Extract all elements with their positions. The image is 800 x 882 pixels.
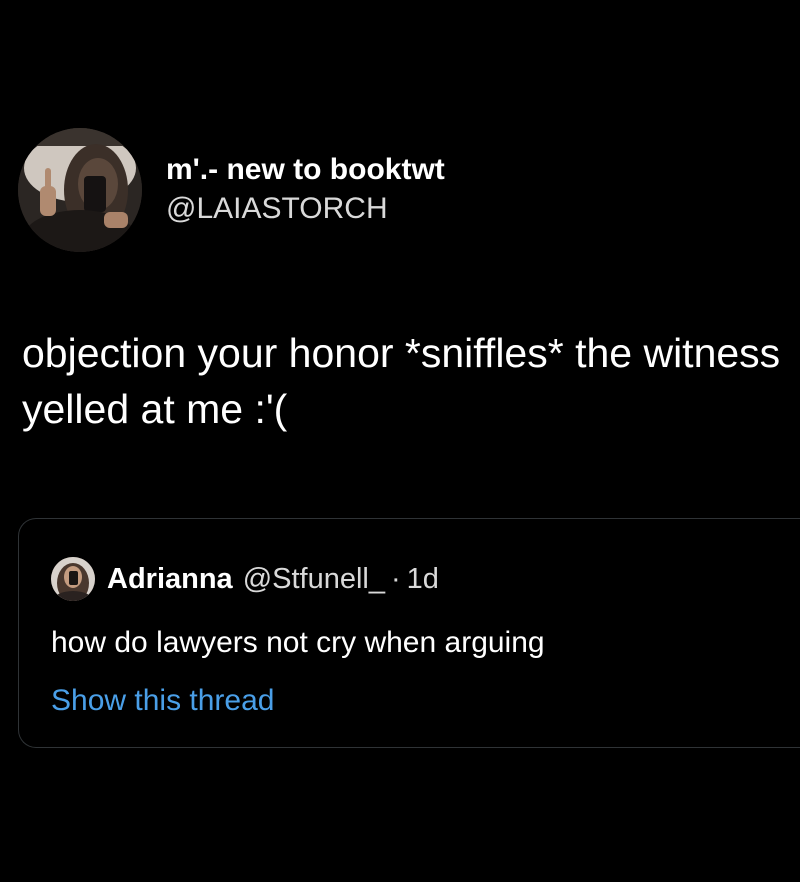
quoted-tweet-card[interactable]: Adrianna @Stfunell_ · 1d how do lawyers …: [18, 518, 800, 748]
tweet: m'.- new to booktwt @LAIASTORCH objectio…: [0, 0, 800, 882]
quoted-author-handle[interactable]: @Stfunell_: [243, 563, 385, 596]
quoted-tweet-text: how do lawyers not cry when arguing: [51, 626, 545, 659]
separator-dot: ·: [390, 562, 401, 595]
tweet-author: m'.- new to booktwt @LAIASTORCH: [18, 128, 445, 252]
quoted-profile-photo-icon: [51, 557, 95, 601]
author-display-name[interactable]: m'.- new to booktwt: [166, 151, 445, 189]
quoted-tweet-header: Adrianna @Stfunell_ · 1d: [51, 557, 439, 601]
quoted-author-avatar[interactable]: [51, 557, 95, 601]
show-thread-link[interactable]: Show this thread: [51, 681, 274, 721]
quoted-tweet-timestamp[interactable]: 1d: [407, 563, 439, 596]
quoted-author-display-name[interactable]: Adrianna: [107, 563, 233, 596]
author-avatar[interactable]: [18, 128, 142, 252]
author-info: m'.- new to booktwt @LAIASTORCH: [166, 151, 445, 229]
tweet-text: objection your honor *sniffles* the witn…: [22, 330, 781, 432]
author-handle[interactable]: @LAIASTORCH: [166, 189, 445, 229]
profile-photo-icon: [18, 128, 142, 252]
